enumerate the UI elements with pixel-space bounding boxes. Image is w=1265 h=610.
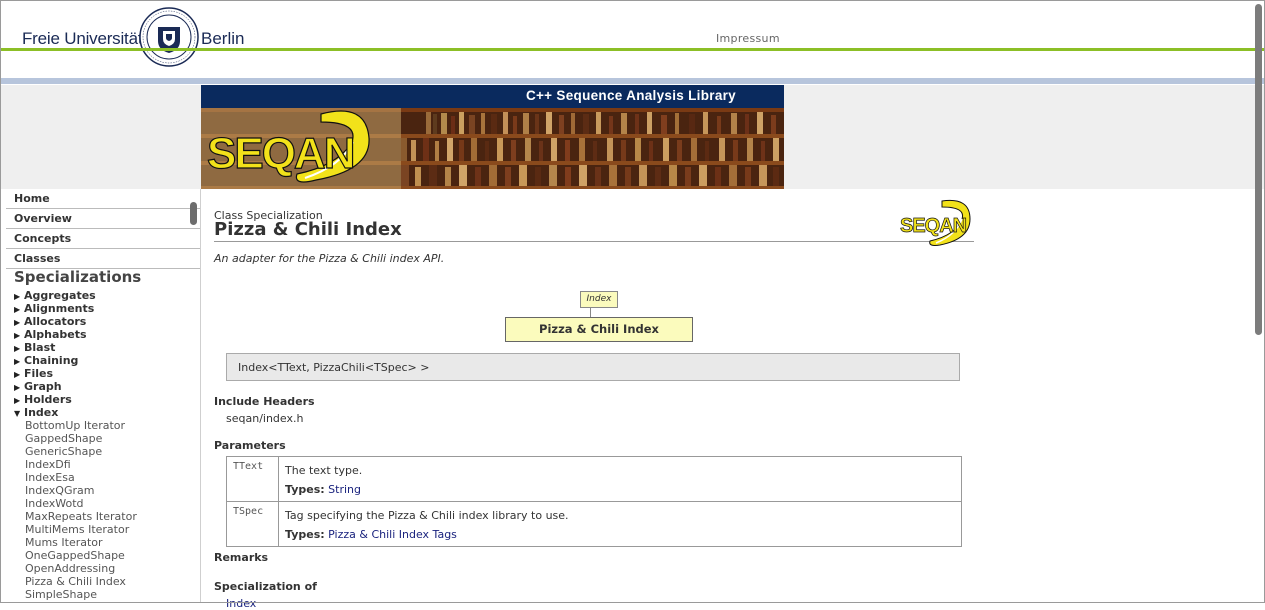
university-seal-icon[interactable] [139,7,199,67]
nav-classes[interactable]: Classes [6,249,200,269]
page-description: An adapter for the Pizza & Chili index A… [214,252,445,265]
university-name[interactable]: Freie Universität [22,29,143,49]
diagram-connector [590,307,591,317]
diagram-parent-box[interactable]: Index [580,291,618,308]
param-desc-cell: Tag specifying the Pizza & Chili index l… [278,501,962,547]
nav-group-index[interactable]: ▼ Index [14,406,137,419]
nav-section-title: Specializations [14,268,142,286]
impressum-link[interactable]: Impressum [716,32,780,45]
nav-subitem[interactable]: Mums Iterator [14,536,137,549]
specialization-of-link[interactable]: Index [226,597,256,610]
seqan-logo-icon: SEQAN [900,199,971,246]
remarks-heading: Remarks [214,551,269,564]
header-blue-band [0,78,1265,84]
main-content: Class Specialization Pizza & Chili Index… [214,189,974,610]
include-header-value: seqan/index.h [226,412,304,425]
nav-group[interactable]: ▶ Alignments [14,302,137,315]
parameters-table: TText The text type. Types: String TSpec… [226,456,962,547]
param-name: TSpec [226,501,279,547]
nav-subitem[interactable]: GenericShape [14,445,137,458]
param-desc-cell: The text type. Types: String [278,456,962,502]
nav-group[interactable]: ▶ Alphabets [14,328,137,341]
specialization-of-heading: Specialization of [214,580,317,593]
table-row: TSpec Tag specifying the Pizza & Chili i… [226,501,962,547]
nav-subitem[interactable]: MultiMems Iterator [14,523,137,536]
signature-box: Index<TText, PizzaChili<TSpec> > [226,353,960,381]
param-types: Types: Pizza & Chili Index Tags [285,525,961,544]
nav-subitem[interactable]: OneGappedShape [14,549,137,562]
window-scrollbar[interactable] [1255,4,1262,335]
param-description: Tag specifying the Pizza & Chili index l… [285,509,569,522]
sidebar: Home Overview Concepts Classes Specializ… [0,189,201,603]
bookshelf-image: SEQAN [201,108,784,189]
banner-title-bar: C++ Sequence Analysis Library [201,85,784,108]
page-title: Pizza & Chili Index [214,219,402,240]
small-logo-text: SEQAN [900,215,967,237]
include-headers-heading: Include Headers [214,395,315,408]
nav-home[interactable]: Home [6,189,200,209]
nav-group[interactable]: ▶ Chaining [14,354,137,367]
nav-subitem[interactable]: IndexEsa [14,471,137,484]
banner-logo-text: SEQAN [207,129,353,178]
param-types: Types: String [285,480,961,499]
nav-group[interactable]: ▶ Aggregates [14,289,137,302]
nav-concepts[interactable]: Concepts [6,229,200,249]
header-green-rule [0,48,1265,51]
nav-overview[interactable]: Overview [6,209,200,229]
nav-subitem[interactable]: IndexDfi [14,458,137,471]
nav-subitem[interactable]: MaxRepeats Iterator [14,510,137,523]
title-divider [214,241,974,242]
nav-group[interactable]: ▶ Allocators [14,315,137,328]
nav-group[interactable]: ▶ Blast [14,341,137,354]
nav-subitem-current[interactable]: Pizza & Chili Index [14,575,137,588]
param-description: The text type. [285,464,363,477]
site-header: Freie Universität Berlin Impressum [0,0,1265,86]
types-label: Types: [285,483,325,496]
nav-subitem[interactable]: GappedShape [14,432,137,445]
type-link-pizzachili-tags[interactable]: Pizza & Chili Index Tags [328,528,457,541]
nav-subitem[interactable]: IndexWotd [14,497,137,510]
nav-subitem[interactable]: SimpleShape [14,588,137,601]
nav-group[interactable]: ▶ Files [14,367,137,380]
param-name: TText [226,456,279,502]
diagram-self-box: Pizza & Chili Index [505,317,693,342]
sidebar-scrollbar[interactable] [190,202,197,225]
seqan-banner: C++ Sequence Analysis Library SEQAN [201,85,784,189]
parameters-heading: Parameters [214,439,286,452]
types-label: Types: [285,528,325,541]
table-row: TText The text type. Types: String [226,456,962,502]
nav-tree: ▶ Aggregates ▶ Alignments ▶ Allocators ▶ Alp… [14,289,137,601]
nav-subitem[interactable]: BottomUp Iterator [14,419,137,432]
nav-group[interactable]: ▶ Graph [14,380,137,393]
nav-subitem[interactable]: OpenAddressing [14,562,137,575]
type-link-string[interactable]: String [328,483,361,496]
nav-group[interactable]: ▶ Holders [14,393,137,406]
banner-title: C++ Sequence Analysis Library [525,88,736,103]
collapse-triangle-icon[interactable]: ▼ [14,407,24,420]
nav-subitem[interactable]: IndexQGram [14,484,137,497]
university-city[interactable]: Berlin [201,29,244,49]
